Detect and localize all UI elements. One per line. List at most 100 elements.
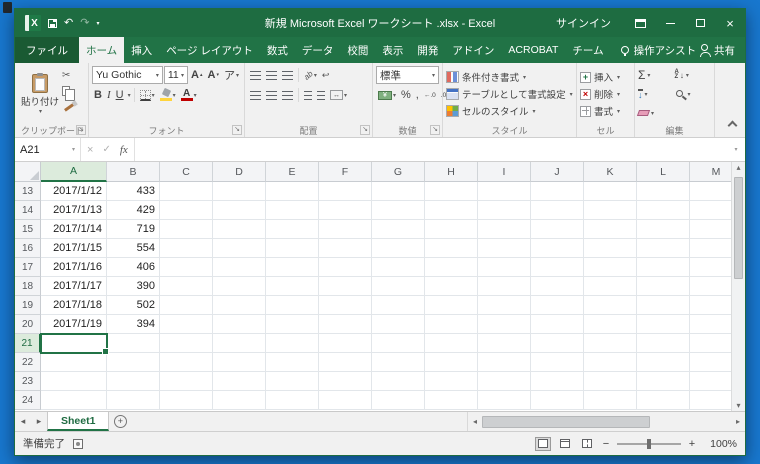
zoom-out-button[interactable]: − <box>601 438 611 450</box>
underline-button[interactable]: U <box>114 86 126 104</box>
cell-I14[interactable] <box>478 201 531 220</box>
row-header-15[interactable]: 15 <box>15 220 41 239</box>
cell-J18[interactable] <box>531 277 584 296</box>
cell-K23[interactable] <box>584 372 637 391</box>
cell-D18[interactable] <box>213 277 266 296</box>
align-middle-button[interactable] <box>264 66 279 84</box>
collapse-ribbon-button[interactable] <box>727 120 738 131</box>
align-left-button[interactable] <box>248 86 263 104</box>
cell-G18[interactable] <box>372 277 425 296</box>
cell-I15[interactable] <box>478 220 531 239</box>
minimize-button[interactable] <box>655 9 685 37</box>
zoom-level[interactable]: 100% <box>703 438 737 450</box>
align-top-button[interactable] <box>248 66 263 84</box>
cell-I17[interactable] <box>478 258 531 277</box>
cell-M17[interactable] <box>690 258 731 277</box>
ribbon-tab-挿入[interactable]: 挿入 <box>124 37 159 63</box>
cell-D13[interactable] <box>213 182 266 201</box>
cell-G23[interactable] <box>372 372 425 391</box>
increase-decimal-button[interactable]: ←.0 <box>422 86 438 104</box>
cell-F13[interactable] <box>319 182 372 201</box>
sheet-tab-sheet1[interactable]: Sheet1 <box>47 412 110 431</box>
row-header-13[interactable]: 13 <box>15 182 41 201</box>
excel-app-icon[interactable]: X <box>25 15 41 31</box>
cell-B20[interactable]: 394 <box>107 315 160 334</box>
alignment-dialog-launcher[interactable]: ↘ <box>360 125 370 135</box>
sheet-nav-next[interactable]: ▸ <box>31 412 47 431</box>
find-select-button[interactable]: ▾ <box>675 86 712 102</box>
cell-I21[interactable] <box>478 334 531 353</box>
cell-L24[interactable] <box>637 391 690 410</box>
vscroll-down-arrow[interactable]: ▾ <box>732 401 745 410</box>
cell-A14[interactable]: 2017/1/13 <box>41 201 107 220</box>
cell-J23[interactable] <box>531 372 584 391</box>
font-dialog-launcher[interactable]: ↘ <box>232 125 242 135</box>
name-box-caret[interactable]: ▾ <box>72 146 75 153</box>
cell-K14[interactable] <box>584 201 637 220</box>
column-header-H[interactable]: H <box>425 162 478 182</box>
undo-button[interactable]: ↶ <box>64 17 73 29</box>
horizontal-scrollbar[interactable]: ◂ ▸ <box>467 412 745 431</box>
column-header-M[interactable]: M <box>690 162 731 182</box>
cell-C24[interactable] <box>160 391 213 410</box>
row-header-23[interactable]: 23 <box>15 372 41 391</box>
font-name-select[interactable]: Yu Gothic ▾ <box>92 66 163 84</box>
column-header-E[interactable]: E <box>266 162 319 182</box>
clear-button[interactable]: ▾ <box>636 105 675 121</box>
cell-F15[interactable] <box>319 220 372 239</box>
sort-filter-button[interactable]: A Z ↓ ▾ <box>675 67 712 83</box>
currency-format-button[interactable]: ¥ ▾ <box>376 86 398 104</box>
merge-center-button[interactable]: ↔ ▾ <box>328 86 349 104</box>
cell-M13[interactable] <box>690 182 731 201</box>
column-header-J[interactable]: J <box>531 162 584 182</box>
cells-item-0[interactable]: 挿入▾ <box>580 69 631 86</box>
cell-I13[interactable] <box>478 182 531 201</box>
cell-M22[interactable] <box>690 353 731 372</box>
cell-A24[interactable] <box>41 391 107 410</box>
cell-B17[interactable]: 406 <box>107 258 160 277</box>
percent-format-button[interactable]: % <box>399 86 413 104</box>
cell-G21[interactable] <box>372 334 425 353</box>
fill-button[interactable]: ↓ ▾ <box>638 86 675 102</box>
cell-K15[interactable] <box>584 220 637 239</box>
view-page-break-button[interactable] <box>579 437 595 451</box>
cell-D21[interactable] <box>213 334 266 353</box>
redo-button[interactable]: ↷ <box>80 17 89 29</box>
active-cell-selection[interactable] <box>40 333 109 355</box>
cell-E22[interactable] <box>266 353 319 372</box>
fill-color-button[interactable]: ▾ <box>158 86 178 104</box>
cell-K19[interactable] <box>584 296 637 315</box>
cell-H16[interactable] <box>425 239 478 258</box>
increase-font-button[interactable]: A ▴ <box>189 66 204 84</box>
cell-G22[interactable] <box>372 353 425 372</box>
cell-I20[interactable] <box>478 315 531 334</box>
cell-G15[interactable] <box>372 220 425 239</box>
column-header-L[interactable]: L <box>637 162 690 182</box>
cell-I23[interactable] <box>478 372 531 391</box>
cell-B21[interactable] <box>107 334 160 353</box>
row-header-21[interactable]: 21 <box>15 334 41 353</box>
macro-record-icon[interactable] <box>73 438 83 449</box>
cell-M16[interactable] <box>690 239 731 258</box>
cell-G19[interactable] <box>372 296 425 315</box>
cell-G20[interactable] <box>372 315 425 334</box>
cell-D15[interactable] <box>213 220 266 239</box>
cell-I18[interactable] <box>478 277 531 296</box>
cell-D24[interactable] <box>213 391 266 410</box>
cell-H19[interactable] <box>425 296 478 315</box>
cell-H18[interactable] <box>425 277 478 296</box>
cell-H21[interactable] <box>425 334 478 353</box>
hscroll-left-arrow[interactable]: ◂ <box>468 417 482 426</box>
cell-B22[interactable] <box>107 353 160 372</box>
format-painter-button[interactable] <box>60 99 78 115</box>
cell-A16[interactable]: 2017/1/15 <box>41 239 107 258</box>
cell-C13[interactable] <box>160 182 213 201</box>
cell-G17[interactable] <box>372 258 425 277</box>
save-icon[interactable] <box>48 18 57 28</box>
bold-button[interactable]: B <box>92 86 104 104</box>
cell-B18[interactable]: 390 <box>107 277 160 296</box>
vertical-scrollbar[interactable]: ▴ ▾ <box>731 162 745 411</box>
cell-E23[interactable] <box>266 372 319 391</box>
zoom-slider-thumb[interactable] <box>647 438 651 449</box>
cell-E15[interactable] <box>266 220 319 239</box>
